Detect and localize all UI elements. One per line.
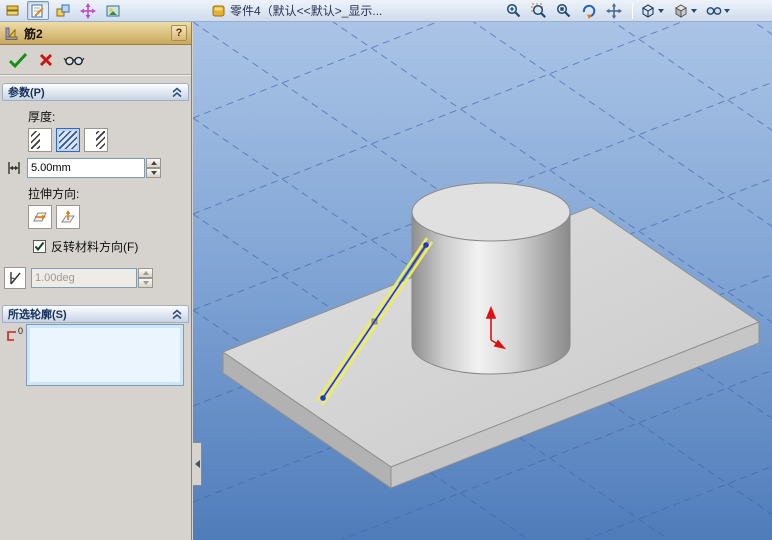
both-sides-button[interactable] xyxy=(56,128,80,152)
viewport-3d[interactable] xyxy=(193,22,772,540)
ok-icon xyxy=(8,51,28,69)
feature-header: 筋2 ? xyxy=(0,22,191,45)
ok-button[interactable] xyxy=(6,48,30,72)
toolbar-separator xyxy=(632,3,633,19)
parameters-section-header[interactable]: 参数(P) xyxy=(2,83,189,101)
view-toolbar xyxy=(503,1,736,20)
propertymanager-tab-icon[interactable] xyxy=(27,1,49,20)
parallel-to-sketch-button[interactable] xyxy=(28,205,52,229)
thickness-input-row xyxy=(4,158,191,178)
selected-contours-section-header[interactable]: 所选轮廓(S) xyxy=(2,305,189,323)
second-side-button[interactable] xyxy=(84,128,108,152)
detailed-preview-button[interactable] xyxy=(62,48,86,72)
draft-spinner xyxy=(138,268,153,288)
dropdown-caret-icon xyxy=(658,9,664,13)
view-orientation-icon xyxy=(639,2,657,20)
dimxpert-tab-icon[interactable] xyxy=(77,1,99,20)
thickness-value-input[interactable] xyxy=(27,158,145,178)
rib-thickness-icon xyxy=(4,158,24,178)
draft-angle-icon xyxy=(7,270,23,286)
extrude-direction-label: 拉伸方向: xyxy=(28,185,191,202)
preview-glasses-icon xyxy=(63,52,85,68)
cancel-button[interactable] xyxy=(34,48,58,72)
solidworks-window: 零件4（默认<<默认>_显示... xyxy=(0,0,772,540)
thickness-spinner xyxy=(146,158,161,178)
contour-selection-listbox[interactable] xyxy=(26,324,184,386)
zoom-in-out-icon[interactable] xyxy=(503,1,525,20)
spinner-up-button[interactable] xyxy=(138,268,153,278)
glasses-icon xyxy=(705,2,723,20)
featuremanager-tab-icon[interactable] xyxy=(2,1,24,20)
document-title: 零件4（默认<<默认>_显示... xyxy=(211,2,382,19)
draft-angle-input[interactable] xyxy=(31,268,137,288)
collapse-arrow-icon xyxy=(195,460,200,468)
draft-row xyxy=(4,267,191,289)
property-manager-panel: 筋2 ? 参数(P) 厚度: xyxy=(0,22,192,540)
document-title-text: 零件4（默认<<默认>_显示... xyxy=(230,2,382,19)
chevron-collapse-icon xyxy=(171,86,183,98)
draft-on-off-button[interactable] xyxy=(4,267,26,289)
feature-title: 筋2 xyxy=(24,25,171,42)
panel-collapse-button[interactable] xyxy=(193,442,202,486)
pan-icon[interactable] xyxy=(603,1,625,20)
dropdown-caret-icon xyxy=(724,9,730,13)
open-contour-icon: 0 xyxy=(4,328,26,346)
zoom-to-fit-icon[interactable] xyxy=(553,1,575,20)
display-tab-icon[interactable] xyxy=(102,1,124,20)
rib-feature-icon xyxy=(4,26,19,41)
help-button[interactable]: ? xyxy=(171,25,187,41)
spinner-down-button[interactable] xyxy=(146,168,161,178)
dropdown-caret-icon xyxy=(691,9,697,13)
chevron-collapse-icon xyxy=(171,308,183,320)
view-orientation-button[interactable] xyxy=(637,1,667,20)
checkmark-icon xyxy=(34,241,45,252)
zoom-to-area-icon[interactable] xyxy=(528,1,550,20)
cancel-icon xyxy=(38,52,54,68)
rotate-view-icon[interactable] xyxy=(578,1,600,20)
first-side-button[interactable] xyxy=(28,128,52,152)
flip-material-row: 反转材料方向(F) xyxy=(28,238,191,255)
display-style-icon xyxy=(672,2,690,20)
hide-show-items-button[interactable] xyxy=(703,1,733,20)
spinner-down-button[interactable] xyxy=(138,278,153,288)
thickness-label: 厚度: xyxy=(28,108,191,125)
configurationmanager-tab-icon[interactable] xyxy=(52,1,74,20)
extrude-direction-buttons xyxy=(28,205,191,229)
flip-material-label: 反转材料方向(F) xyxy=(51,238,138,255)
model-canvas[interactable] xyxy=(193,22,772,540)
pm-action-bar xyxy=(0,45,191,75)
top-toolbar: 零件4（默认<<默认>_显示... xyxy=(0,0,772,22)
normal-to-sketch-button[interactable] xyxy=(56,205,80,229)
cylinder-boss[interactable] xyxy=(412,183,570,374)
part-icon xyxy=(211,3,226,18)
thickness-side-buttons xyxy=(28,128,191,152)
open-contour-count: 0 xyxy=(18,326,23,336)
display-style-button[interactable] xyxy=(670,1,700,20)
flip-material-checkbox[interactable] xyxy=(33,240,46,253)
spinner-up-button[interactable] xyxy=(146,158,161,168)
